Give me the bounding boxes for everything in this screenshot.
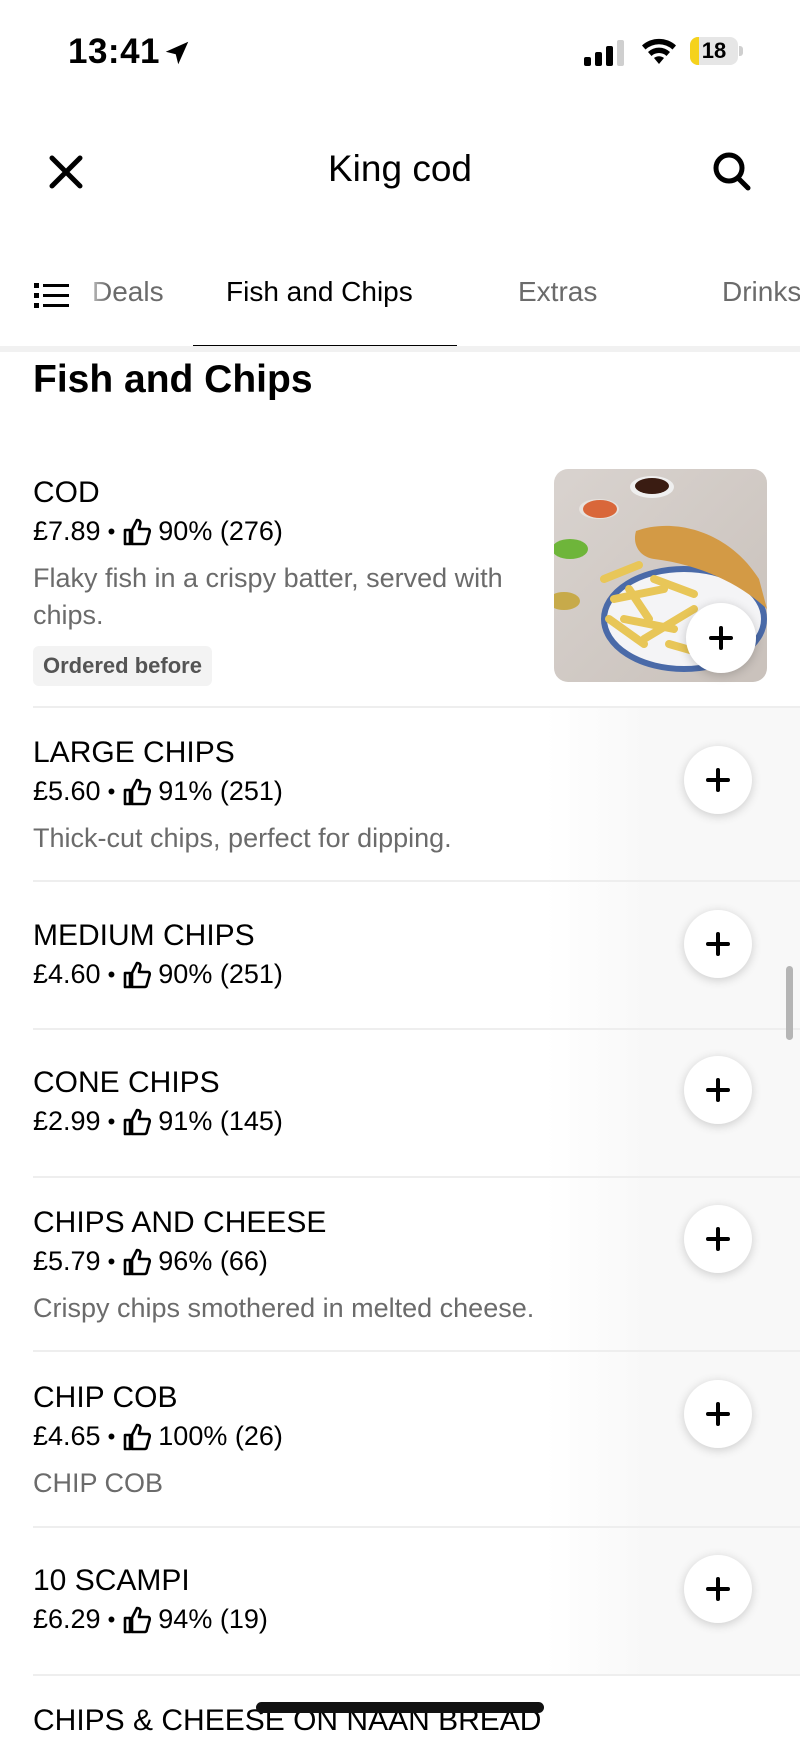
item-meta: £6.29 • 94% (19) — [33, 1604, 268, 1635]
item-meta: £4.65 • 100% (26) — [33, 1421, 283, 1452]
tabs-divider — [0, 346, 800, 352]
home-indicator — [256, 1702, 544, 1713]
plus-icon — [706, 1078, 730, 1102]
item-description: Crispy chips smothered in melted cheese. — [33, 1293, 535, 1323]
tab-fish-and-chips[interactable]: Fish and Chips — [226, 276, 413, 308]
item-meta: £4.60 • 90% (251) — [33, 959, 283, 990]
item-description: CHIP COB — [33, 1468, 164, 1498]
scrollbar[interactable] — [786, 966, 793, 1040]
item-meta: £2.99 • 91% (145) — [33, 1106, 283, 1137]
plus-icon — [706, 932, 730, 956]
thumbs-up-icon — [123, 1606, 152, 1633]
thumbs-up-icon — [123, 1423, 152, 1450]
plus-icon — [709, 626, 733, 650]
separator-dot: • — [107, 1606, 116, 1632]
add-item-button[interactable] — [684, 910, 752, 978]
add-item-button[interactable] — [684, 1056, 752, 1124]
wifi-icon — [642, 38, 676, 64]
item-rating: 91% (251) — [158, 776, 283, 806]
item-price: £7.89 — [33, 516, 101, 546]
battery-icon: 18 — [690, 37, 744, 67]
item-rating: 100% (26) — [158, 1421, 283, 1451]
item-price: £6.29 — [33, 1604, 101, 1634]
item-divider — [33, 1674, 800, 1676]
add-item-button[interactable] — [684, 746, 752, 814]
tab-drinks[interactable]: Drinks — [722, 276, 800, 308]
item-name: LARGE CHIPS — [33, 736, 235, 769]
separator-dot: • — [107, 1423, 116, 1449]
item-price: £4.65 — [33, 1421, 101, 1451]
item-rating: 91% (145) — [158, 1106, 283, 1136]
plus-icon — [706, 1577, 730, 1601]
separator-dot: • — [107, 1108, 116, 1134]
battery-percent: 18 — [701, 38, 727, 63]
thumbs-up-icon — [123, 1108, 152, 1135]
plus-icon — [706, 1402, 730, 1426]
item-name: COD — [33, 476, 100, 509]
add-cod-button[interactable] — [686, 603, 756, 673]
item-name: CHIPS AND CHEESE — [33, 1206, 327, 1239]
item-meta: £7.89 • 90% (276) — [33, 516, 283, 547]
item-name: CONE CHIPS — [33, 1066, 220, 1099]
add-item-button[interactable] — [684, 1555, 752, 1623]
add-item-button[interactable] — [684, 1380, 752, 1448]
item-rating: 94% (19) — [158, 1604, 268, 1634]
plus-icon — [706, 768, 730, 792]
thumbs-up-icon — [123, 961, 152, 988]
item-rating: 96% (66) — [158, 1246, 268, 1276]
item-price: £2.99 — [33, 1106, 101, 1136]
item-name: MEDIUM CHIPS — [33, 919, 255, 952]
item-price: £5.60 — [33, 776, 101, 806]
search-icon[interactable] — [706, 146, 758, 198]
separator-dot: • — [107, 1248, 116, 1274]
separator-dot: • — [107, 778, 116, 804]
item-name: 10 SCAMPI — [33, 1564, 190, 1597]
item-meta: £5.60 • 91% (251) — [33, 776, 283, 807]
item-name: CHIP COB — [33, 1381, 178, 1414]
tab-extras[interactable]: Extras — [518, 276, 597, 308]
signal-icon — [584, 40, 624, 66]
item-description: Thick-cut chips, perfect for dipping. — [33, 823, 452, 853]
add-item-button[interactable] — [684, 1205, 752, 1273]
page-title: King cod — [328, 148, 472, 189]
thumbs-up-icon — [123, 1248, 152, 1275]
thumbs-up-icon — [123, 778, 152, 805]
thumbs-up-icon — [123, 518, 152, 545]
item-meta: £5.79 • 96% (66) — [33, 1246, 268, 1277]
menu-list-icon[interactable] — [34, 280, 70, 312]
category-tabs: Deals Fish and Chips Extras Drinks — [0, 262, 800, 352]
item-price: £4.60 — [33, 959, 101, 989]
item-price: £5.79 — [33, 1246, 101, 1276]
separator-dot: • — [107, 961, 116, 987]
section-title: Fish and Chips — [33, 358, 313, 401]
status-time: 13:41 — [68, 32, 161, 71]
ordered-before-badge: Ordered before — [33, 646, 212, 686]
status-bar: 13:41 18 — [0, 0, 800, 100]
separator-dot: • — [107, 518, 116, 544]
plus-icon — [706, 1227, 730, 1251]
item-description: Flaky fish in a crispy batter, served wi… — [33, 563, 503, 630]
item-rating: 90% (251) — [158, 959, 283, 989]
location-arrow-icon — [165, 41, 189, 65]
item-rating: 90% (276) — [158, 516, 283, 546]
